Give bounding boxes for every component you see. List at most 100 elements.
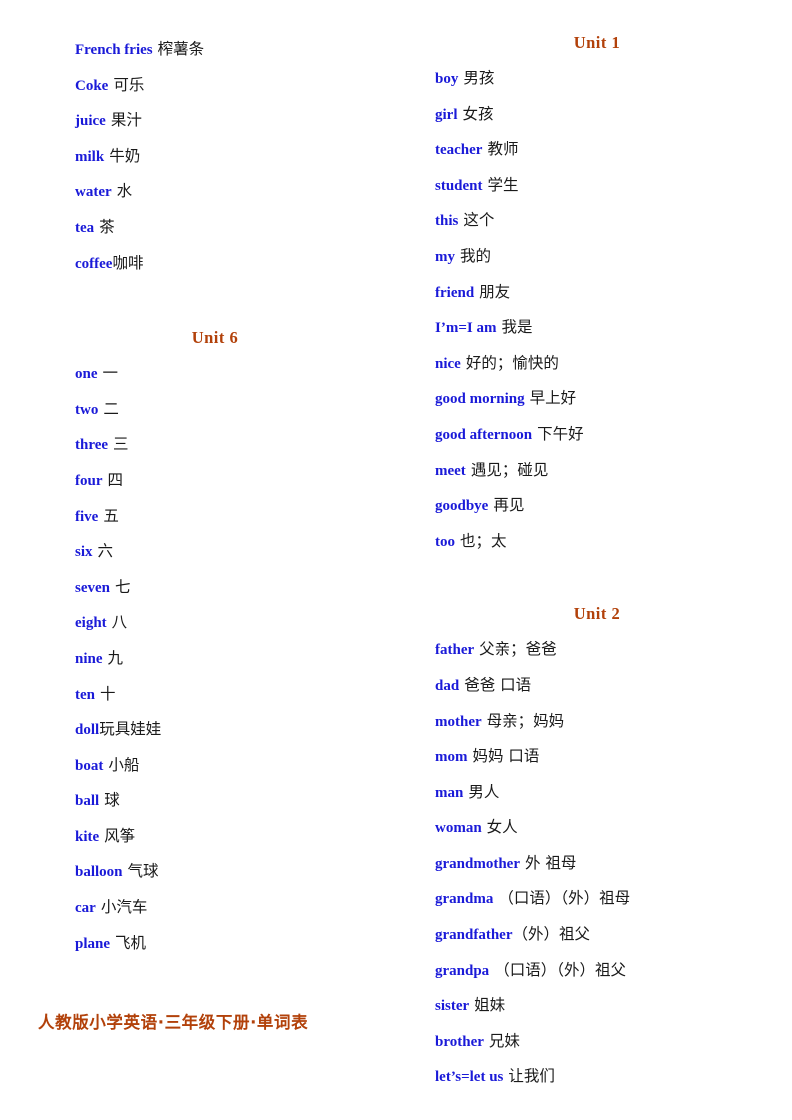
chinese-gloss: 姐妹 <box>474 996 506 1015</box>
vocab-entry: three 三 <box>75 427 405 463</box>
english-word: doll <box>75 722 100 739</box>
english-word: balloon <box>75 864 123 881</box>
vocab-entry: father 父亲；爸爸 <box>435 632 765 668</box>
chinese-gloss: 我的 <box>460 246 492 265</box>
english-word: grandmother <box>435 855 520 872</box>
english-word: I’m=I am <box>435 320 497 337</box>
vocab-entry: this 这个 <box>435 203 765 239</box>
vocab-entry: meet 遇见；碰见 <box>435 453 765 489</box>
vocab-entry: balloon 气球 <box>75 854 405 890</box>
vocab-entry: friend 朋友 <box>435 275 765 311</box>
vocab-entry: four 四 <box>75 463 405 499</box>
vocab-entry: water 水 <box>75 174 405 210</box>
english-word: grandma <box>435 891 494 908</box>
english-word: let’s=let us <box>435 1069 504 1086</box>
english-word: coffee <box>75 255 113 272</box>
english-word: French fries <box>75 42 153 58</box>
chinese-gloss: 也；太 <box>460 531 507 550</box>
english-word: good afternoon <box>435 426 533 443</box>
chinese-gloss: 我是 <box>501 318 533 337</box>
english-word: meet <box>435 462 466 479</box>
chinese-gloss: 水 <box>116 182 133 201</box>
chinese-gloss: 男人 <box>468 782 500 801</box>
english-word: seven <box>75 579 110 596</box>
vocab-entry: teacher 教师 <box>435 132 765 168</box>
english-word: father <box>435 642 475 659</box>
english-word: goodbye <box>435 498 489 515</box>
chinese-gloss: 果汁 <box>110 111 142 130</box>
english-word: ball <box>75 793 100 810</box>
vocab-entry: grandfather（外）祖父 <box>435 917 765 953</box>
vocab-entry: juice 果汁 <box>75 103 405 139</box>
unit-6-entry-group: one 一 two 二 three 三 four 四 five 五 six 六 seven 七… <box>75 356 405 961</box>
english-word: nine <box>75 650 103 667</box>
english-word: car <box>75 900 96 917</box>
chinese-gloss: 风筝 <box>104 826 136 845</box>
english-word: two <box>75 401 99 418</box>
vocab-entry: grandma （口语）（外）祖母 <box>435 881 765 917</box>
chinese-gloss: 母亲；妈妈 <box>486 711 565 730</box>
vocab-entry: ten 十 <box>75 677 405 713</box>
chinese-gloss: （口语）（外）祖父 <box>494 960 626 979</box>
vocab-entry: dad 爸爸 口语 <box>435 668 765 704</box>
chinese-gloss: 五 <box>103 506 119 525</box>
vocab-entry: mother 母亲；妈妈 <box>435 704 765 740</box>
chinese-gloss: 一 <box>102 364 119 383</box>
vocab-entry: I’m=I am 我是 <box>435 310 765 346</box>
word-list-page: French fries 榨薯条 Coke 可乐 juice 果汁 milk 牛奶 wa… <box>0 0 792 1120</box>
vocab-entry: goodbye 再见 <box>435 488 765 524</box>
unit-1-entry-group: boy 男孩 girl 女孩 teacher 教师 student 学生 this 这个 … <box>435 61 765 559</box>
vocab-entry: kite 风筝 <box>75 819 405 855</box>
chinese-gloss: （口语）（外）祖母 <box>498 889 631 908</box>
english-word: teacher <box>435 142 483 159</box>
vocab-entry: two 二 <box>75 392 405 428</box>
chinese-gloss: 八 <box>111 613 128 632</box>
chinese-gloss: 四 <box>107 470 124 489</box>
chinese-gloss: 十 <box>100 684 116 703</box>
unit-heading-1: Unit 1 <box>573 33 621 52</box>
chinese-gloss: 朋友 <box>479 282 511 301</box>
chinese-gloss: 小船 <box>108 755 140 774</box>
chinese-gloss: 女孩 <box>462 104 494 123</box>
chinese-gloss: 女人 <box>486 818 518 837</box>
vocab-entry: boat 小船 <box>75 748 405 784</box>
chinese-gloss: 好的；愉快的 <box>465 353 559 372</box>
english-word: woman <box>435 820 482 837</box>
english-word: four <box>75 472 103 489</box>
vocab-entry: nine 九 <box>75 641 405 677</box>
english-word: plane <box>75 935 111 952</box>
right-column: Unit 1 boy 男孩 girl 女孩 teacher 教师 student 学生 … <box>435 32 765 1095</box>
vocab-entry: brother 兄妹 <box>435 1024 765 1060</box>
chinese-gloss: 遇见；碰见 <box>470 460 549 479</box>
vocab-entry: doll玩具娃娃 <box>75 712 405 748</box>
chinese-gloss: 早上好 <box>529 389 577 408</box>
chinese-gloss: 六 <box>97 542 114 561</box>
english-word: kite <box>75 828 100 845</box>
english-word: sister <box>435 998 470 1015</box>
chinese-gloss: 学生 <box>487 175 519 194</box>
english-word: mom <box>435 749 468 766</box>
english-word: friend <box>435 284 475 301</box>
english-word: three <box>75 437 109 454</box>
chinese-gloss: 小汽车 <box>100 898 148 917</box>
left-column: French fries 榨薯条 Coke 可乐 juice 果汁 milk 牛奶 wa… <box>75 32 405 961</box>
vocab-entry: girl 女孩 <box>435 97 765 133</box>
english-word: five <box>75 508 99 525</box>
english-word: grandfather <box>435 927 513 944</box>
english-word: girl <box>435 106 458 123</box>
chinese-gloss: 咖啡 <box>112 253 144 272</box>
vocab-entry: good morning 早上好 <box>435 381 765 417</box>
chinese-gloss: 父亲；爸爸 <box>479 640 557 659</box>
vocab-entry: boy 男孩 <box>435 61 765 97</box>
english-word: brother <box>435 1033 484 1050</box>
vocab-entry: nice 好的；愉快的 <box>435 346 765 382</box>
chinese-gloss: 球 <box>104 791 120 810</box>
vocab-entry: mom 妈妈 口语 <box>435 739 765 775</box>
chinese-gloss: 飞机 <box>115 933 147 952</box>
page-footer-title: 人教版小学英语·三年级下册·单词表 <box>38 1013 309 1032</box>
chinese-gloss: 气球 <box>127 862 159 881</box>
english-word: this <box>435 213 459 230</box>
english-word: man <box>435 784 464 801</box>
english-word: milk <box>75 148 105 165</box>
chinese-gloss: 九 <box>107 648 124 667</box>
